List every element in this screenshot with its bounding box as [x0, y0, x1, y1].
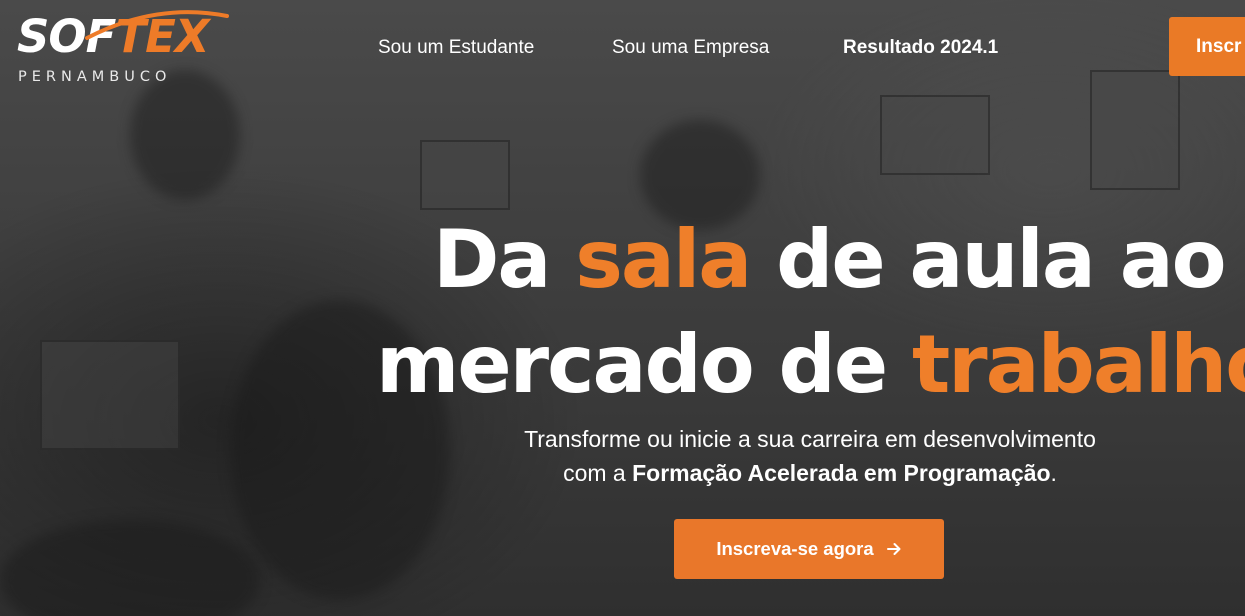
softex-logo[interactable]: SOFTEX PERNAMBUCO — [17, 10, 232, 92]
background-photo-monitor — [40, 340, 180, 450]
hero-title-line1: Da sala de aula ao — [433, 213, 1227, 306]
background-photo-monitor — [1090, 70, 1180, 190]
arrow-right-icon — [886, 543, 901, 555]
logo-swoosh-icon — [85, 10, 229, 40]
cta-signup-button[interactable]: Inscreva-se agora — [674, 519, 944, 579]
hero-subtitle-program-name: Formação Acelerada em Programação — [632, 460, 1051, 486]
nav-link-result[interactable]: Resultado 2024.1 — [843, 37, 998, 59]
hero-title-accent-trabalho: trabalho — [911, 318, 1245, 411]
background-photo-monitor — [420, 140, 510, 210]
hero-subtitle: Transforme ou inicie a sua carreira em d… — [524, 426, 1096, 486]
background-photo-monitor — [880, 95, 990, 175]
hero-title: Da sala de aula ao mercado de trabalho — [376, 207, 1245, 417]
nav-link-student[interactable]: Sou um Estudante — [378, 37, 534, 59]
hero-title-line2: mercado de trabalho — [376, 312, 1245, 417]
nav-link-company[interactable]: Sou uma Empresa — [612, 37, 769, 59]
hero-title-accent-sala: sala — [575, 213, 752, 306]
cta-label: Inscreva-se agora — [716, 538, 874, 559]
background-photo-person — [0, 520, 260, 616]
logo-subtitle: PERNAMBUCO — [18, 69, 172, 85]
signup-button[interactable]: Inscr — [1169, 17, 1245, 76]
